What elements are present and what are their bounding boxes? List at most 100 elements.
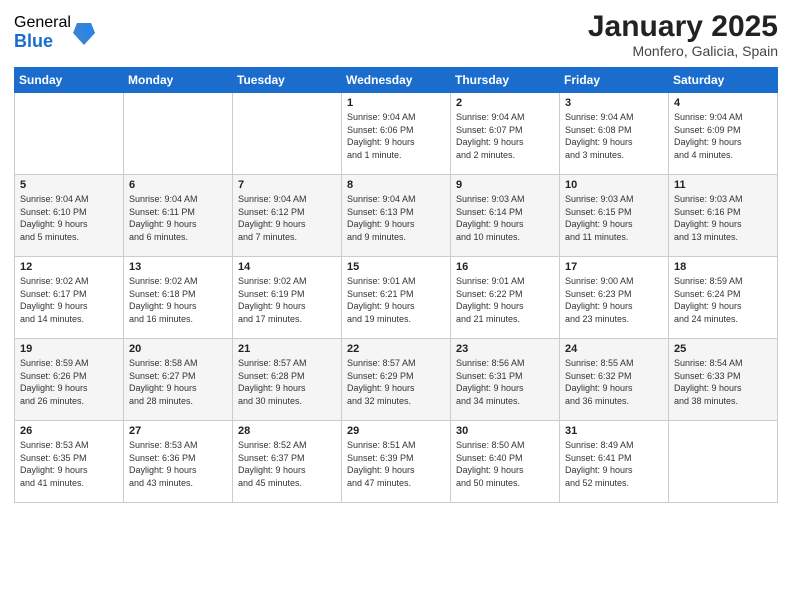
day-cell: 2 Sunrise: 9:04 AMSunset: 6:07 PMDaylight… xyxy=(451,93,560,175)
week-row-1: 5 Sunrise: 9:04 AMSunset: 6:10 PMDaylight… xyxy=(15,175,778,257)
day-number: 22 xyxy=(347,343,446,355)
day-cell: 21Sunrise: 8:57 AMSunset: 6:28 PMDayligh… xyxy=(233,339,342,421)
location: Monfero, Galicia, Spain xyxy=(588,43,778,59)
day-cell: 30 Sunrise: 8:50 AMSunset: 6:40 PMDayligh… xyxy=(451,421,560,503)
day-number: 27 xyxy=(129,425,228,437)
day-cell: 20 Sunrise: 8:58 AMSunset: 6:27 PMDayligh… xyxy=(124,339,233,421)
logo: General Blue xyxy=(14,14,95,51)
day-cell: 25 Sunrise: 8:54 AMSunset: 6:33 PMDayligh… xyxy=(669,339,778,421)
day-number: 9 xyxy=(456,179,555,191)
day-detail: Sunrise: 8:59 AMSunset: 6:26 PMDaylight:… xyxy=(20,357,119,407)
day-number: 2 xyxy=(456,97,555,109)
day-number: 19 xyxy=(20,343,119,355)
day-number: 4 xyxy=(674,97,773,109)
day-number: 5 xyxy=(20,179,119,191)
day-detail: Sunrise: 8:56 AMSunset: 6:31 PMDaylight:… xyxy=(456,357,555,407)
calendar-table: Sunday Monday Tuesday Wednesday Thursday… xyxy=(14,67,778,503)
col-tuesday: Tuesday xyxy=(233,68,342,93)
day-cell: 29Sunrise: 8:51 AMSunset: 6:39 PMDayligh… xyxy=(342,421,451,503)
day-number: 21 xyxy=(238,343,337,355)
week-row-0: 1 Sunrise: 9:04 AMSunset: 6:06 PMDaylight… xyxy=(15,93,778,175)
day-cell: 19 Sunrise: 8:59 AMSunset: 6:26 PMDayligh… xyxy=(15,339,124,421)
day-cell: 15Sunrise: 9:01 AMSunset: 6:21 PMDayligh… xyxy=(342,257,451,339)
col-sunday: Sunday xyxy=(15,68,124,93)
day-detail: Sunrise: 9:04 AMSunset: 6:07 PMDaylight:… xyxy=(456,111,555,161)
day-detail: Sunrise: 9:04 AMSunset: 6:10 PMDaylight:… xyxy=(20,193,119,243)
day-cell xyxy=(15,93,124,175)
week-row-2: 12 Sunrise: 9:02 AMSunset: 6:17 PMDayligh… xyxy=(15,257,778,339)
day-cell xyxy=(669,421,778,503)
month-title: January 2025 xyxy=(588,10,778,43)
day-cell: 9 Sunrise: 9:03 AMSunset: 6:14 PMDaylight… xyxy=(451,175,560,257)
day-cell: 5 Sunrise: 9:04 AMSunset: 6:10 PMDaylight… xyxy=(15,175,124,257)
day-number: 10 xyxy=(565,179,664,191)
day-number: 30 xyxy=(456,425,555,437)
day-number: 1 xyxy=(347,97,446,109)
week-row-4: 26 Sunrise: 8:53 AMSunset: 6:35 PMDayligh… xyxy=(15,421,778,503)
header-row: Sunday Monday Tuesday Wednesday Thursday… xyxy=(15,68,778,93)
day-cell: 18 Sunrise: 8:59 AMSunset: 6:24 PMDayligh… xyxy=(669,257,778,339)
main-container: General Blue January 2025 Monfero, Galic… xyxy=(0,0,792,513)
day-cell: 27Sunrise: 8:53 AMSunset: 6:36 PMDayligh… xyxy=(124,421,233,503)
day-number: 25 xyxy=(674,343,773,355)
day-cell: 22Sunrise: 8:57 AMSunset: 6:29 PMDayligh… xyxy=(342,339,451,421)
day-detail: Sunrise: 9:04 AMSunset: 6:06 PMDaylight:… xyxy=(347,111,446,161)
day-cell: 16Sunrise: 9:01 AMSunset: 6:22 PMDayligh… xyxy=(451,257,560,339)
day-detail: Sunrise: 8:58 AMSunset: 6:27 PMDaylight:… xyxy=(129,357,228,407)
day-cell: 24Sunrise: 8:55 AMSunset: 6:32 PMDayligh… xyxy=(560,339,669,421)
day-cell: 1 Sunrise: 9:04 AMSunset: 6:06 PMDaylight… xyxy=(342,93,451,175)
day-number: 24 xyxy=(565,343,664,355)
day-number: 20 xyxy=(129,343,228,355)
day-detail: Sunrise: 9:04 AMSunset: 6:11 PMDaylight:… xyxy=(129,193,228,243)
day-cell: 10 Sunrise: 9:03 AMSunset: 6:15 PMDayligh… xyxy=(560,175,669,257)
logo-general: General xyxy=(14,14,71,32)
day-cell: 12 Sunrise: 9:02 AMSunset: 6:17 PMDayligh… xyxy=(15,257,124,339)
day-number: 8 xyxy=(347,179,446,191)
col-wednesday: Wednesday xyxy=(342,68,451,93)
day-detail: Sunrise: 9:02 AMSunset: 6:19 PMDaylight:… xyxy=(238,275,337,325)
day-number: 26 xyxy=(20,425,119,437)
day-number: 3 xyxy=(565,97,664,109)
day-detail: Sunrise: 8:52 AMSunset: 6:37 PMDaylight:… xyxy=(238,439,337,489)
day-cell xyxy=(233,93,342,175)
day-number: 14 xyxy=(238,261,337,273)
day-cell xyxy=(124,93,233,175)
day-cell: 6Sunrise: 9:04 AMSunset: 6:11 PMDaylight… xyxy=(124,175,233,257)
day-cell: 4 Sunrise: 9:04 AMSunset: 6:09 PMDaylight… xyxy=(669,93,778,175)
day-detail: Sunrise: 9:01 AMSunset: 6:22 PMDaylight:… xyxy=(456,275,555,325)
day-cell: 14 Sunrise: 9:02 AMSunset: 6:19 PMDayligh… xyxy=(233,257,342,339)
logo-text: General Blue xyxy=(14,14,71,51)
day-cell: 31 Sunrise: 8:49 AMSunset: 6:41 PMDayligh… xyxy=(560,421,669,503)
day-cell: 8Sunrise: 9:04 AMSunset: 6:13 PMDaylight… xyxy=(342,175,451,257)
day-detail: Sunrise: 8:51 AMSunset: 6:39 PMDaylight:… xyxy=(347,439,446,489)
col-saturday: Saturday xyxy=(669,68,778,93)
day-detail: Sunrise: 9:03 AMSunset: 6:16 PMDaylight:… xyxy=(674,193,773,243)
day-detail: Sunrise: 8:49 AMSunset: 6:41 PMDaylight:… xyxy=(565,439,664,489)
day-detail: Sunrise: 9:00 AMSunset: 6:23 PMDaylight:… xyxy=(565,275,664,325)
col-thursday: Thursday xyxy=(451,68,560,93)
header: General Blue January 2025 Monfero, Galic… xyxy=(14,10,778,59)
day-cell: 28 Sunrise: 8:52 AMSunset: 6:37 PMDayligh… xyxy=(233,421,342,503)
day-number: 7 xyxy=(238,179,337,191)
day-number: 11 xyxy=(674,179,773,191)
day-number: 12 xyxy=(20,261,119,273)
day-number: 15 xyxy=(347,261,446,273)
day-number: 28 xyxy=(238,425,337,437)
day-detail: Sunrise: 8:53 AMSunset: 6:35 PMDaylight:… xyxy=(20,439,119,489)
logo-icon xyxy=(73,19,95,47)
day-detail: Sunrise: 8:59 AMSunset: 6:24 PMDaylight:… xyxy=(674,275,773,325)
day-detail: Sunrise: 9:03 AMSunset: 6:14 PMDaylight:… xyxy=(456,193,555,243)
day-number: 31 xyxy=(565,425,664,437)
day-number: 18 xyxy=(674,261,773,273)
day-cell: 26 Sunrise: 8:53 AMSunset: 6:35 PMDayligh… xyxy=(15,421,124,503)
day-detail: Sunrise: 8:54 AMSunset: 6:33 PMDaylight:… xyxy=(674,357,773,407)
title-block: January 2025 Monfero, Galicia, Spain xyxy=(588,10,778,59)
logo-blue: Blue xyxy=(14,32,71,52)
day-cell: 17Sunrise: 9:00 AMSunset: 6:23 PMDayligh… xyxy=(560,257,669,339)
day-detail: Sunrise: 9:04 AMSunset: 6:12 PMDaylight:… xyxy=(238,193,337,243)
day-detail: Sunrise: 9:04 AMSunset: 6:09 PMDaylight:… xyxy=(674,111,773,161)
day-detail: Sunrise: 9:02 AMSunset: 6:17 PMDaylight:… xyxy=(20,275,119,325)
day-detail: Sunrise: 8:50 AMSunset: 6:40 PMDaylight:… xyxy=(456,439,555,489)
day-detail: Sunrise: 9:03 AMSunset: 6:15 PMDaylight:… xyxy=(565,193,664,243)
day-number: 13 xyxy=(129,261,228,273)
